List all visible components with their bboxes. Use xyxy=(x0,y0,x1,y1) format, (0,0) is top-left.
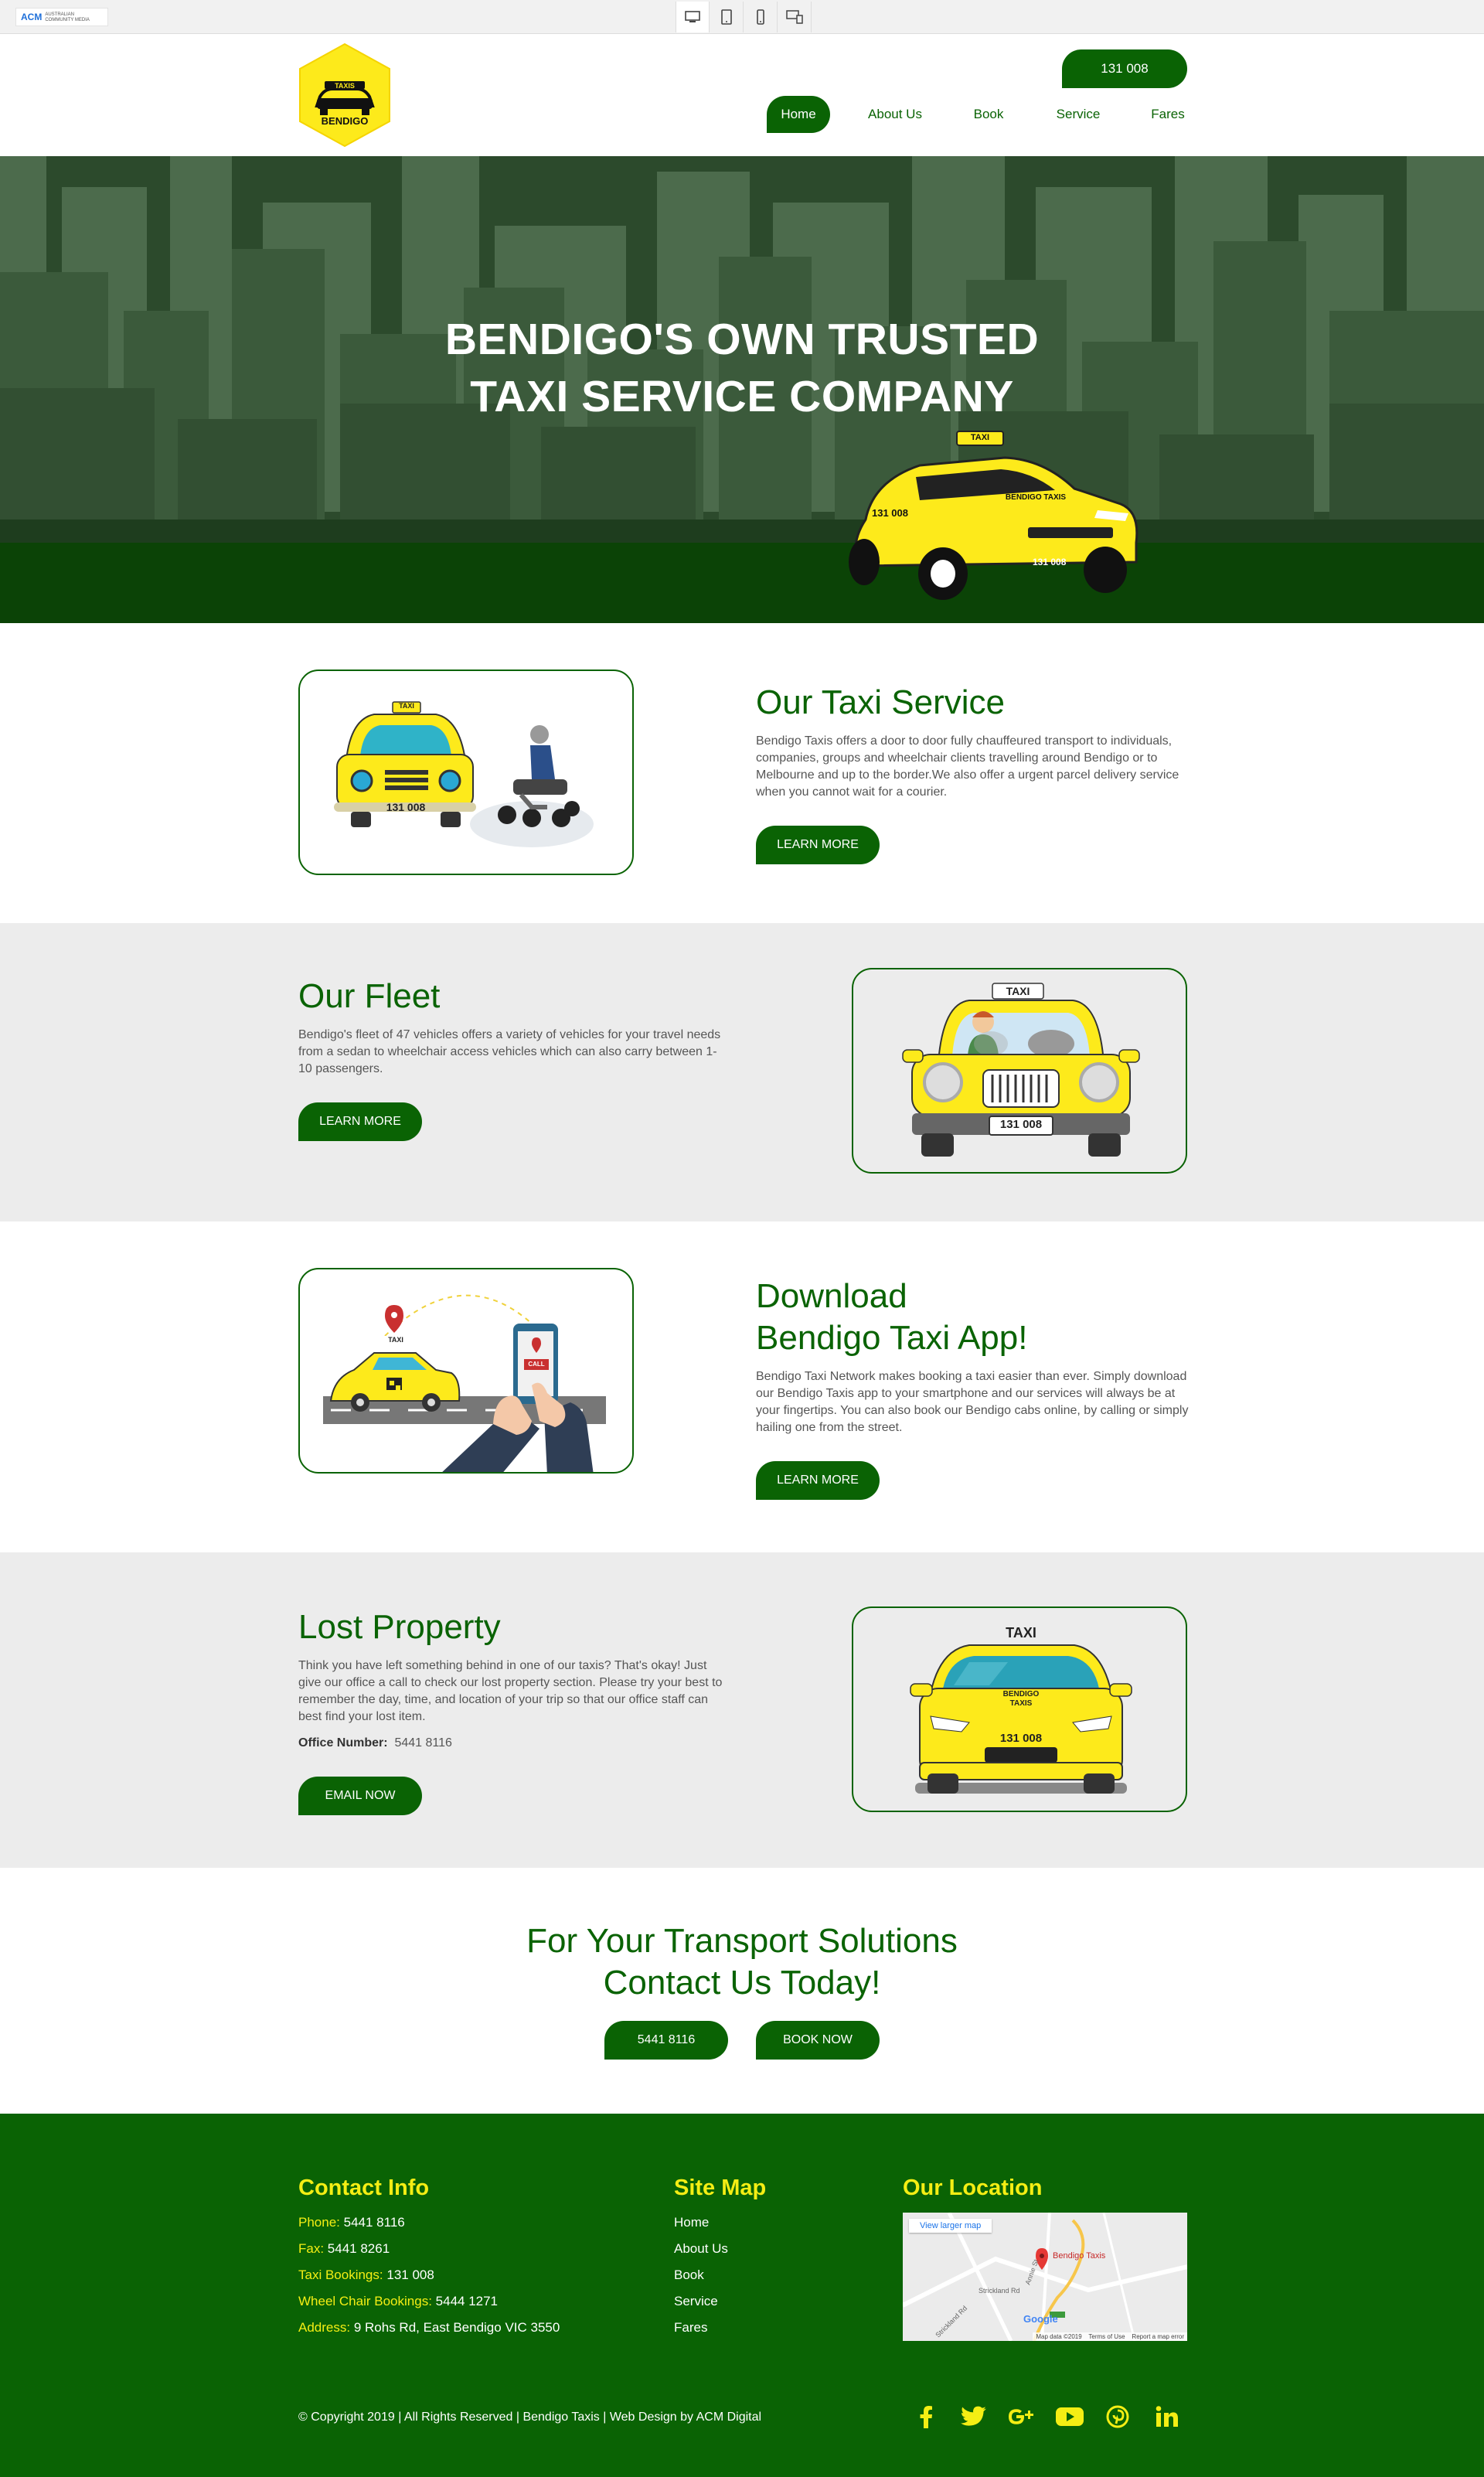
footer-contact-title: Contact Info xyxy=(298,2175,430,2200)
logo-text-bendigo: BENDIGO xyxy=(321,115,369,127)
pinterest-icon[interactable] xyxy=(1102,2401,1133,2432)
lost-image-plate: 131 008 xyxy=(999,1732,1043,1745)
footer-sitemap-title: Site Map xyxy=(674,2175,767,2200)
youtube-icon[interactable] xyxy=(1054,2401,1085,2432)
header-phone-button[interactable]: 131 008 xyxy=(1062,49,1187,88)
google-plus-icon[interactable] xyxy=(1006,2401,1037,2432)
footer-phone-label: Phone: xyxy=(298,2215,340,2230)
twitter-icon[interactable] xyxy=(958,2401,989,2432)
sitemap-link-about-us[interactable]: About Us xyxy=(674,2240,728,2257)
fleet-learn-more-button[interactable]: LEARN MORE xyxy=(298,1102,422,1141)
footer-taxi-bookings: Taxi Bookings: 131 008 xyxy=(298,2267,434,2284)
contact-phone-button[interactable]: 5441 8116 xyxy=(604,2021,728,2060)
service-title: Our Taxi Service xyxy=(756,683,1005,721)
fleet-body: Bendigo's fleet of 47 vehicles offers a … xyxy=(298,1028,721,1075)
app-image-call: CALL xyxy=(528,1361,545,1368)
nav-service[interactable]: Service xyxy=(1040,96,1116,133)
lost-image-brand: BENDIGO TAXIS xyxy=(1002,1690,1040,1708)
footer-wheelchair-label: Wheel Chair Bookings: xyxy=(298,2294,432,2308)
responsive-icon[interactable] xyxy=(778,2,812,32)
sitemap-link-fares[interactable]: Fares xyxy=(674,2319,707,2336)
app-learn-more-button[interactable]: LEARN MORE xyxy=(756,1461,880,1500)
linkedin-icon[interactable] xyxy=(1152,2401,1183,2432)
footer-address-value: 9 Rohs Rd, East Bendigo VIC 3550 xyxy=(353,2320,560,2335)
fleet-title: Our Fleet xyxy=(298,977,441,1015)
contact-cta-title: For Your Transport Solutions Contact Us T… xyxy=(526,1922,958,2002)
footer-wheelchair-value[interactable]: 5444 1271 xyxy=(436,2294,498,2308)
desktop-icon[interactable] xyxy=(676,2,710,32)
facebook-icon[interactable] xyxy=(910,2401,941,2432)
nav-fares[interactable]: Fares xyxy=(1141,96,1195,133)
footer-address: Address: 9 Rohs Rd, East Bendigo VIC 355… xyxy=(298,2319,560,2336)
tablet-icon[interactable] xyxy=(710,2,744,32)
bendigo-taxis-logo[interactable]: TAXIS BENDIGO xyxy=(297,43,393,148)
lost-property-image: TAXI BENDIGO TAXIS 131 008 xyxy=(852,1606,1187,1812)
lost-property-title: Lost Property xyxy=(298,1608,501,1646)
location-map[interactable]: View larger map Bendigo Taxis Strickland… xyxy=(903,2213,1187,2341)
app-title: Download Bendigo Taxi App! xyxy=(756,1277,1028,1357)
copyright: © Copyright 2019 | All Rights Reserved |… xyxy=(298,2411,762,2424)
acm-logo[interactable]: ACM AUSTRALIAN COMMUNITY MEDIA xyxy=(15,8,108,26)
lost-property-body: Think you have left something behind in … xyxy=(298,1659,723,1723)
service-image-plate: 131 008 xyxy=(386,801,426,813)
footer-phone: Phone: 5441 8116 xyxy=(298,2214,405,2231)
preview-toolbar: ACM AUSTRALIAN COMMUNITY MEDIA xyxy=(0,0,1484,34)
sitemap-link-service[interactable]: Service xyxy=(674,2293,718,2310)
logo-text-taxis: TAXIS xyxy=(335,82,355,90)
hero-banner: BENDIGO'S OWN TRUSTED TAXI SERVICE COMPAN… xyxy=(0,156,1484,623)
nav-book[interactable]: Book xyxy=(963,96,1014,133)
app-section xyxy=(0,1221,1484,1552)
footer-bookings-label: Taxi Bookings: xyxy=(298,2267,383,2282)
email-now-button[interactable]: EMAIL NOW xyxy=(298,1777,422,1815)
footer-bookings-value[interactable]: 131 008 xyxy=(386,2267,434,2282)
book-now-button[interactable]: BOOK NOW xyxy=(756,2021,880,2060)
google-logo: Google xyxy=(1023,2313,1058,2325)
site-header xyxy=(0,34,1484,156)
sitemap-link-book[interactable]: Book xyxy=(674,2267,704,2284)
service-learn-more-button[interactable]: LEARN MORE xyxy=(756,826,880,864)
mobile-icon[interactable] xyxy=(744,2,778,32)
footer-address-label: Address: xyxy=(298,2320,351,2335)
footer-fax: Fax: 5441 8261 xyxy=(298,2240,390,2257)
fleet-section xyxy=(0,923,1484,1221)
nav-home[interactable]: Home xyxy=(767,96,830,133)
hero-taxi-number: 131 008 xyxy=(872,507,908,519)
device-switcher xyxy=(676,2,812,32)
footer-fax-label: Fax: xyxy=(298,2241,325,2256)
office-number-value: 5441 8116 xyxy=(394,1736,452,1750)
hero-headline: BENDIGO'S OWN TRUSTED TAXI SERVICE COMPAN… xyxy=(444,315,1040,421)
fleet-image-sign: TAXI xyxy=(1006,985,1030,997)
service-image-sign: TAXI xyxy=(399,702,414,710)
office-number-label: Office Number: xyxy=(298,1736,388,1750)
hero-taxi-plate: 131 008 xyxy=(1033,557,1067,567)
footer-location-title: Our Location xyxy=(903,2175,1043,2200)
lost-property-section xyxy=(0,1552,1484,1868)
nav-about-us[interactable]: About Us xyxy=(850,96,940,133)
footer-fax-value: 5441 8261 xyxy=(327,2241,390,2256)
service-section xyxy=(0,623,1484,923)
service-image: TAXI 131 008 xyxy=(298,670,634,875)
fleet-image-plate: 131 008 xyxy=(999,1118,1043,1131)
hero-taxi-brand: BENDIGO TAXIS xyxy=(1005,493,1067,502)
sitemap-link-home[interactable]: Home xyxy=(674,2214,709,2231)
footer-phone-value[interactable]: 5441 8116 xyxy=(344,2215,405,2230)
map-credits[interactable]: Map data ©2019 Terms of Use Report a map… xyxy=(1033,2332,1187,2341)
lost-image-sign: TAXI xyxy=(1006,1625,1036,1641)
map-pin-label: Bendigo Taxis xyxy=(1053,2251,1106,2261)
view-larger-map-link[interactable]: View larger map xyxy=(909,2219,992,2233)
footer-wheelchair-bookings: Wheel Chair Bookings: 5444 1271 xyxy=(298,2293,498,2310)
office-number: Office Number: 5441 8116 xyxy=(298,1735,452,1752)
hero-taxi-sign: TAXI xyxy=(970,433,990,442)
app-image: TAXI CALL xyxy=(298,1268,634,1474)
app-image-sign: TAXI xyxy=(388,1336,403,1344)
fleet-image: TAXI 131 008 xyxy=(852,968,1187,1174)
app-body: Bendigo Taxi Network makes booking a tax… xyxy=(756,1370,1189,1434)
map-road-label: Strickland Rd xyxy=(979,2287,1020,2295)
service-body: Bendigo Taxis offers a door to door full… xyxy=(756,734,1179,799)
